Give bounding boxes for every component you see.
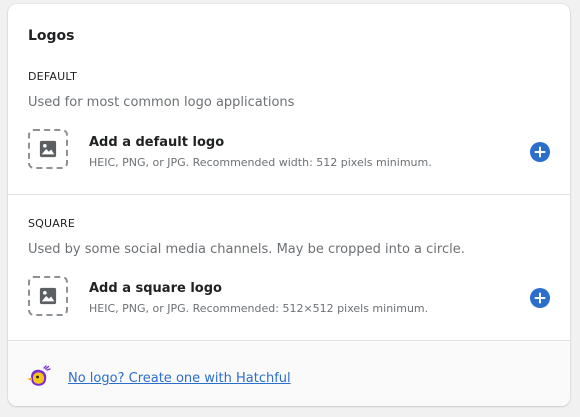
plus-circle-icon xyxy=(530,288,550,308)
card-title: Logos xyxy=(28,28,75,44)
add-square-logo-button[interactable] xyxy=(529,287,551,309)
create-with-hatchful-link[interactable]: No logo? Create one with Hatchful xyxy=(68,371,291,386)
square-logo-title: Add a square logo xyxy=(89,281,222,296)
default-logo-dropzone[interactable] xyxy=(28,129,68,169)
image-icon xyxy=(39,287,57,305)
square-logo-dropzone[interactable] xyxy=(28,276,68,316)
hatchful-bird-icon xyxy=(27,365,51,386)
logos-card: Logos DEFAULT Used for most common logo … xyxy=(8,4,570,406)
default-logo-section: Logos DEFAULT Used for most common logo … xyxy=(8,4,570,194)
default-logo-title: Add a default logo xyxy=(89,135,225,150)
plus-circle-icon xyxy=(530,142,550,162)
square-description: Used by some social media channels. May … xyxy=(28,242,465,257)
square-heading: SQUARE xyxy=(28,217,76,230)
default-logo-requirements: HEIC, PNG, or JPG. Recommended width: 51… xyxy=(89,156,432,169)
hatchful-footer: No logo? Create one with Hatchful xyxy=(8,340,570,406)
default-heading: DEFAULT xyxy=(28,70,78,83)
image-icon xyxy=(39,140,57,158)
add-default-logo-button[interactable] xyxy=(529,141,551,163)
square-logo-section: SQUARE Used by some social media channel… xyxy=(8,194,570,341)
default-description: Used for most common logo applications xyxy=(28,95,295,110)
square-logo-requirements: HEIC, PNG, or JPG. Recommended: 512×512 … xyxy=(89,302,429,315)
